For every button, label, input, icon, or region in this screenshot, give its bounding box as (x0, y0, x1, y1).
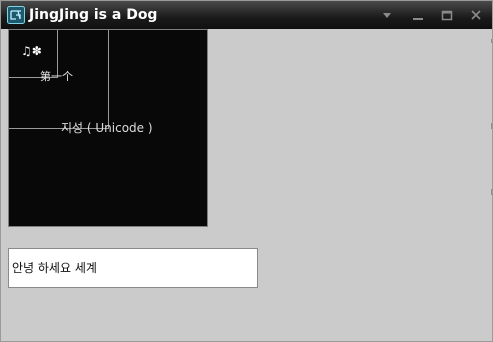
text-input-field[interactable]: 안녕 하세요 세계 (8, 248, 258, 288)
close-icon[interactable] (468, 7, 484, 23)
music-glyph-text: ♫✽ (21, 44, 42, 58)
minimize-icon[interactable] (410, 7, 426, 23)
first-label: 第一个 (40, 70, 73, 83)
maximize-icon[interactable] (439, 7, 455, 23)
app-window: JingJing is a Dog ♫✽ 第一个 지성 (Unicode) … (0, 0, 493, 342)
window-title: JingJing is a Dog (29, 7, 158, 23)
chevron-down-icon[interactable] (379, 7, 395, 23)
app-glyph-icon (7, 6, 25, 24)
title-bar[interactable]: JingJing is a Dog (1, 1, 492, 29)
drawing-canvas[interactable]: ♫✽ 第一个 지성 ( Unicode ) (8, 29, 208, 227)
unicode-label: 지성 ( Unicode ) (61, 121, 153, 135)
